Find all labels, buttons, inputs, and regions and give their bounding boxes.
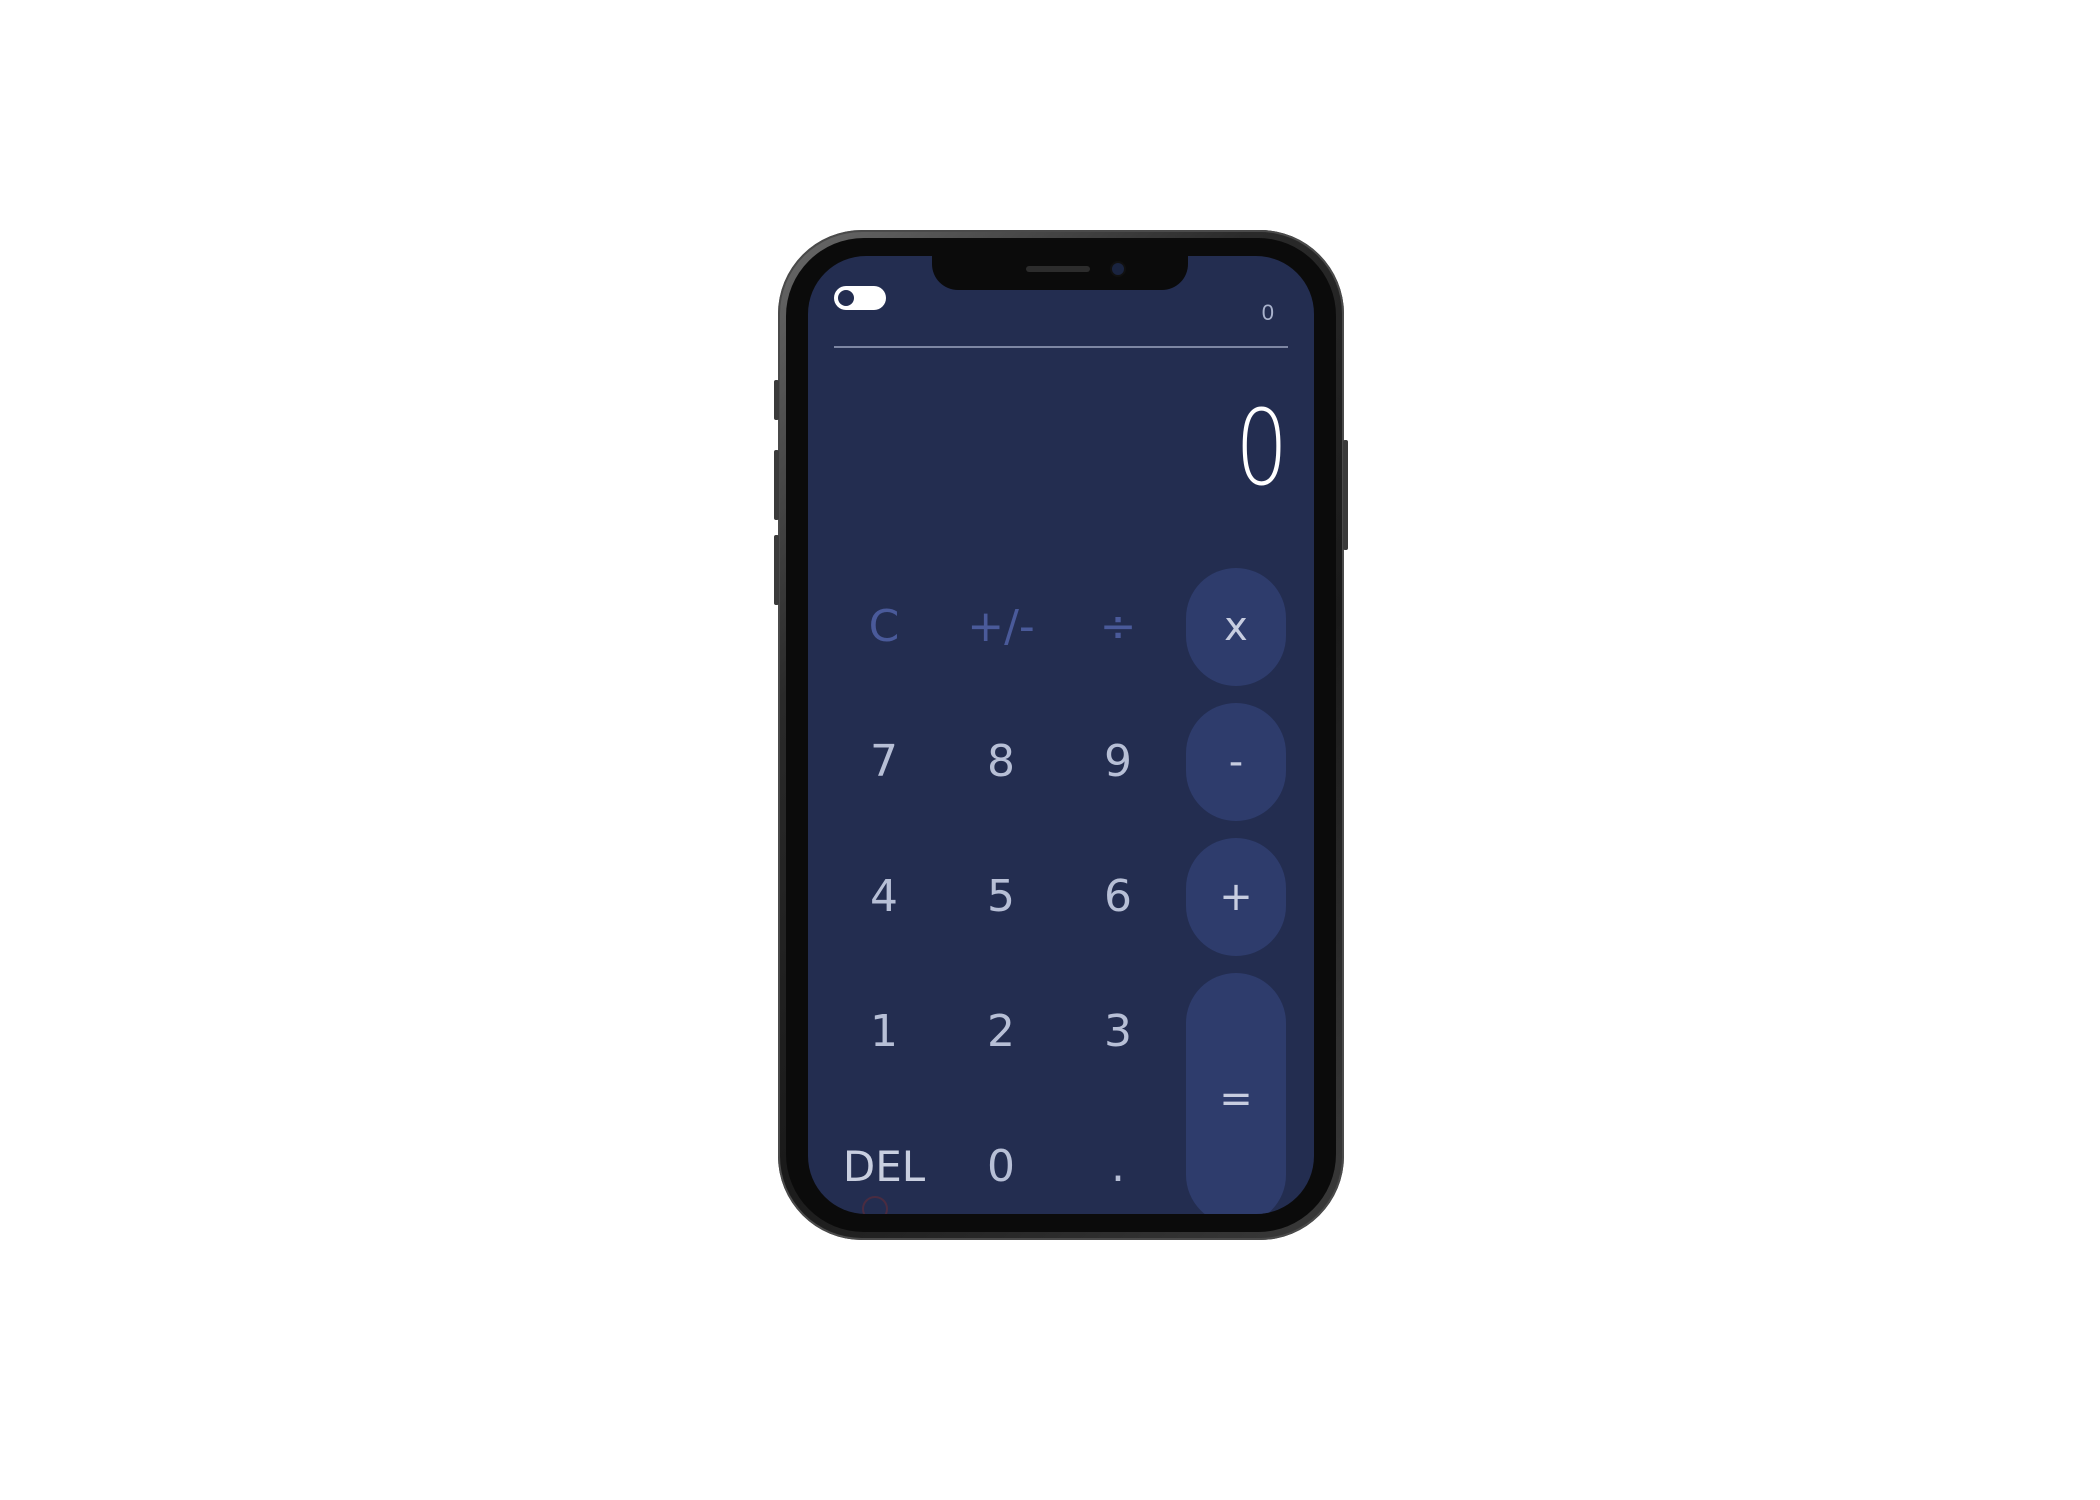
- theme-toggle-switch[interactable]: [834, 286, 886, 310]
- clear-button[interactable]: C: [834, 568, 934, 686]
- digit-7-button[interactable]: 7: [834, 703, 934, 821]
- mute-switch: [774, 380, 779, 420]
- main-display: 0: [1235, 387, 1288, 509]
- equals-button[interactable]: =: [1186, 973, 1286, 1214]
- digit-0-button[interactable]: 0: [951, 1108, 1051, 1214]
- digit-5-button[interactable]: 5: [951, 838, 1051, 956]
- history-readout: 0: [1261, 300, 1274, 325]
- decimal-button[interactable]: .: [1068, 1108, 1168, 1214]
- volume-down-button: [774, 535, 779, 605]
- calculator-screen: 0 0 C +/- ÷ x 7 8 9 - 4 5 6 + 1 2 3 = DE…: [808, 256, 1314, 1214]
- display-divider: [834, 346, 1288, 348]
- toggle-switch-icon: [838, 290, 854, 306]
- digit-6-button[interactable]: 6: [1068, 838, 1168, 956]
- phone-notch: [932, 256, 1188, 290]
- divide-button[interactable]: ÷: [1068, 568, 1168, 686]
- multiply-button[interactable]: x: [1186, 568, 1286, 686]
- delete-button[interactable]: DEL: [834, 1108, 934, 1214]
- front-camera-icon: [1112, 263, 1124, 275]
- digit-2-button[interactable]: 2: [951, 973, 1051, 1091]
- digit-8-button[interactable]: 8: [951, 703, 1051, 821]
- speaker-grille: [1026, 266, 1090, 272]
- digit-9-button[interactable]: 9: [1068, 703, 1168, 821]
- digit-3-button[interactable]: 3: [1068, 973, 1168, 1091]
- power-button: [1343, 440, 1348, 550]
- phone-frame: 0 0 C +/- ÷ x 7 8 9 - 4 5 6 + 1 2 3 = DE…: [774, 230, 1348, 1240]
- minus-button[interactable]: -: [1186, 703, 1286, 821]
- digit-4-button[interactable]: 4: [834, 838, 934, 956]
- negate-button[interactable]: +/-: [951, 568, 1051, 686]
- volume-up-button: [774, 450, 779, 520]
- digit-1-button[interactable]: 1: [834, 973, 934, 1091]
- plus-button[interactable]: +: [1186, 838, 1286, 956]
